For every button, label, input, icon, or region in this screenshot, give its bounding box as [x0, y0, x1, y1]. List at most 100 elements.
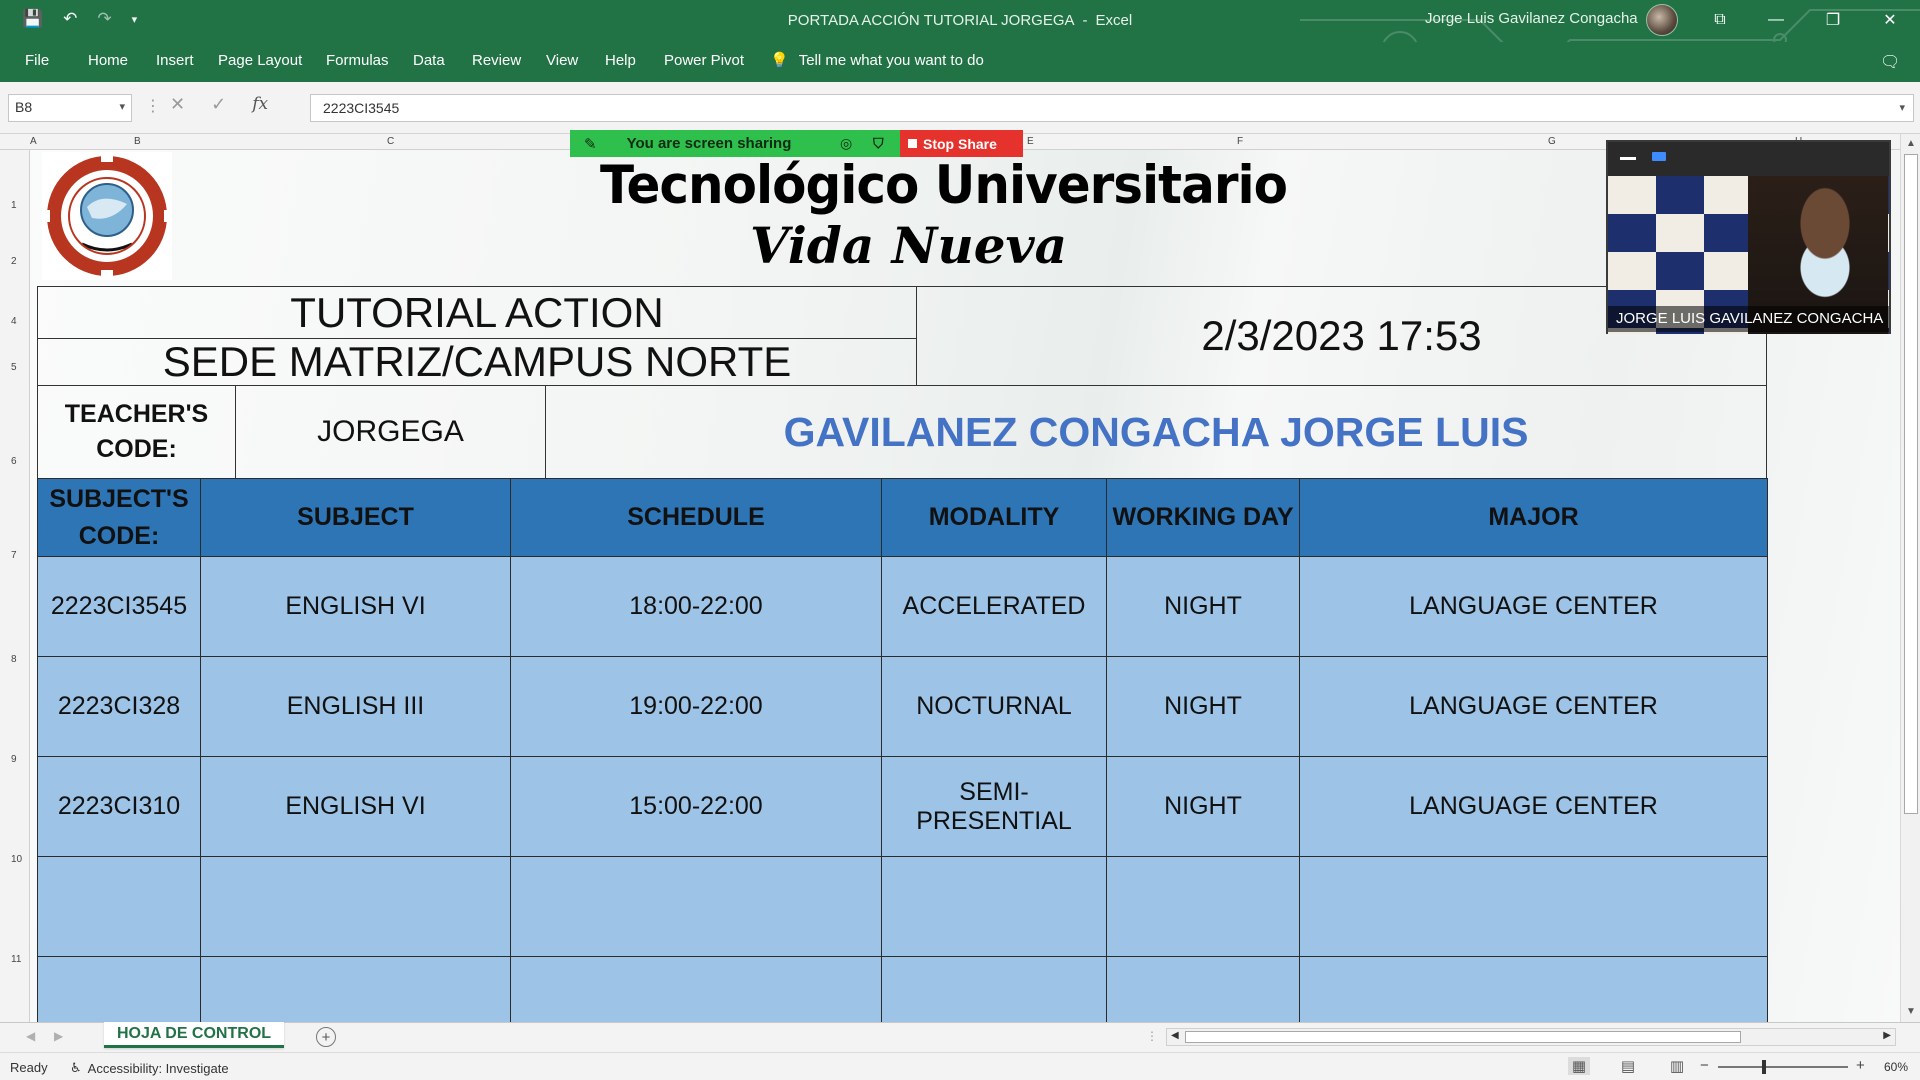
- split-handle-icon[interactable]: ⋮: [1146, 1029, 1158, 1043]
- tab-power-pivot[interactable]: Power Pivot: [664, 52, 744, 69]
- page-layout-view-icon[interactable]: ▤: [1617, 1057, 1639, 1075]
- video-thumbnail[interactable]: JORGE LUIS GAVILANEZ CONGACHA: [1606, 140, 1891, 334]
- table-cell[interactable]: [1299, 856, 1768, 957]
- table-cell[interactable]: NIGHT: [1106, 556, 1300, 657]
- header-campus[interactable]: SEDE MATRIZ/CAMPUS NORTE: [37, 338, 917, 386]
- row-header-7[interactable]: 7: [11, 550, 17, 561]
- table-cell[interactable]: [881, 856, 1107, 957]
- more-options-icon[interactable]: ⋮: [145, 96, 161, 116]
- tell-me-search[interactable]: 💡 Tell me what you want to do: [770, 51, 984, 70]
- prev-sheet-icon[interactable]: ◀: [26, 1029, 35, 1043]
- table-cell[interactable]: [510, 956, 882, 1022]
- column-header-a[interactable]: A: [30, 136, 37, 147]
- undo-icon[interactable]: ↶: [63, 9, 77, 29]
- tab-insert[interactable]: Insert: [156, 52, 194, 69]
- scroll-left-icon[interactable]: ◀: [1171, 1030, 1179, 1041]
- vertical-scrollbar[interactable]: ▲ ▼: [1900, 134, 1920, 1022]
- table-cell[interactable]: ENGLISH VI: [200, 756, 511, 857]
- table-cell[interactable]: 19:00-22:00: [510, 656, 882, 757]
- tab-file[interactable]: File: [25, 52, 49, 69]
- scroll-down-icon[interactable]: ▼: [1906, 1006, 1916, 1017]
- tab-help[interactable]: Help: [605, 52, 636, 69]
- table-cell[interactable]: [881, 956, 1107, 1022]
- table-cell[interactable]: NOCTURNAL: [881, 656, 1107, 757]
- table-cell[interactable]: ENGLISH VI: [200, 556, 511, 657]
- teacher-code-label[interactable]: TEACHER'S CODE:: [37, 385, 236, 479]
- name-box[interactable]: B8 ▾: [8, 94, 132, 122]
- restore-icon[interactable]: ❐: [1813, 6, 1853, 34]
- insert-function-icon[interactable]: fx: [252, 94, 268, 115]
- teacher-code-value[interactable]: JORGEGA: [235, 385, 546, 479]
- formula-input[interactable]: 2223CI3545 ▾: [310, 94, 1914, 122]
- enter-check-icon[interactable]: ✓: [211, 94, 226, 115]
- table-cell[interactable]: [1106, 956, 1300, 1022]
- row-header-10[interactable]: 10: [11, 854, 22, 865]
- comments-icon[interactable]: 🗨: [1880, 52, 1900, 72]
- table-cell[interactable]: 15:00-22:00: [510, 756, 882, 857]
- table-header-modality[interactable]: MODALITY: [881, 478, 1107, 557]
- table-header-major[interactable]: MAJOR: [1299, 478, 1768, 557]
- row-header-11[interactable]: 11: [11, 954, 21, 965]
- table-cell[interactable]: ENGLISH III: [200, 656, 511, 757]
- add-sheet-icon[interactable]: +: [316, 1027, 336, 1047]
- video-layout-icon[interactable]: [1652, 152, 1666, 161]
- vertical-scroll-thumb[interactable]: [1904, 154, 1918, 814]
- minimize-icon[interactable]: —: [1756, 6, 1796, 34]
- accessibility-status[interactable]: ♿ Accessibility: Investigate: [70, 1060, 229, 1076]
- table-cell[interactable]: [200, 956, 511, 1022]
- zoom-slider[interactable]: [1718, 1060, 1848, 1074]
- row-header-4[interactable]: 4: [11, 316, 17, 327]
- screen-share-status[interactable]: ✎ You are screen sharing ◎ ⛉: [570, 130, 900, 157]
- normal-view-icon[interactable]: ▦: [1568, 1057, 1590, 1075]
- table-cell[interactable]: LANGUAGE CENTER: [1299, 756, 1768, 857]
- table-cell[interactable]: NIGHT: [1106, 756, 1300, 857]
- table-cell[interactable]: [1106, 856, 1300, 957]
- table-header-schedule[interactable]: SCHEDULE: [510, 478, 882, 557]
- zoom-level[interactable]: 60%: [1884, 1060, 1908, 1074]
- teacher-name[interactable]: GAVILANEZ CONGACHA JORGE LUIS: [545, 385, 1767, 479]
- chevron-down-icon[interactable]: ▾: [119, 100, 125, 113]
- table-cell[interactable]: LANGUAGE CENTER: [1299, 656, 1768, 757]
- table-cell[interactable]: 18:00-22:00: [510, 556, 882, 657]
- row-header-1[interactable]: 1: [11, 200, 17, 211]
- minimize-video-icon[interactable]: [1620, 157, 1636, 160]
- save-icon[interactable]: 💾: [22, 9, 43, 29]
- table-cell[interactable]: 2223CI310: [37, 756, 201, 857]
- table-cell[interactable]: [510, 856, 882, 957]
- table-header-working-day[interactable]: WORKING DAY: [1106, 478, 1300, 557]
- next-sheet-icon[interactable]: ▶: [54, 1029, 63, 1043]
- row-header-6[interactable]: 6: [11, 456, 17, 467]
- table-cell[interactable]: 2223CI328: [37, 656, 201, 757]
- zoom-in-icon[interactable]: +: [1856, 1057, 1865, 1074]
- pause-icon[interactable]: ◎: [840, 135, 852, 152]
- column-header-f[interactable]: F: [1237, 136, 1243, 147]
- table-header-subject-code[interactable]: SUBJECT'S CODE:: [37, 478, 201, 557]
- horizontal-scrollbar[interactable]: ◀ ▶: [1166, 1028, 1896, 1046]
- table-cell[interactable]: ACCELERATED: [881, 556, 1107, 657]
- column-header-c[interactable]: C: [387, 136, 394, 147]
- tab-page-layout[interactable]: Page Layout: [218, 52, 302, 69]
- tab-review[interactable]: Review: [472, 52, 521, 69]
- page-break-view-icon[interactable]: ▥: [1666, 1057, 1688, 1075]
- drag-handle-icon[interactable]: ✎: [584, 135, 597, 153]
- sheet-tab-hoja-de-control[interactable]: HOJA DE CONTROL: [104, 1022, 284, 1048]
- row-header-9[interactable]: 9: [11, 754, 17, 765]
- table-cell[interactable]: 2223CI3545: [37, 556, 201, 657]
- table-cell[interactable]: SEMI-PRESENTIAL: [881, 756, 1107, 857]
- row-header-8[interactable]: 8: [11, 654, 17, 665]
- tab-data[interactable]: Data: [413, 52, 445, 69]
- table-header-subject[interactable]: SUBJECT: [200, 478, 511, 557]
- row-header-5[interactable]: 5: [11, 362, 17, 373]
- expand-formula-bar-icon[interactable]: ▾: [1899, 101, 1905, 114]
- column-header-e[interactable]: E: [1027, 136, 1034, 147]
- tab-view[interactable]: View: [546, 52, 578, 69]
- close-icon[interactable]: ✕: [1870, 6, 1910, 34]
- stop-share-button[interactable]: Stop Share: [900, 130, 1023, 157]
- column-header-g[interactable]: G: [1548, 136, 1556, 147]
- table-cell[interactable]: LANGUAGE CENTER: [1299, 556, 1768, 657]
- user-name[interactable]: Jorge Luis Gavilanez Congacha: [1425, 10, 1638, 27]
- ribbon-display-options-icon[interactable]: ⧉: [1700, 6, 1740, 34]
- table-cell[interactable]: [37, 856, 201, 957]
- horizontal-scroll-thumb[interactable]: [1185, 1031, 1741, 1043]
- avatar[interactable]: [1646, 4, 1678, 36]
